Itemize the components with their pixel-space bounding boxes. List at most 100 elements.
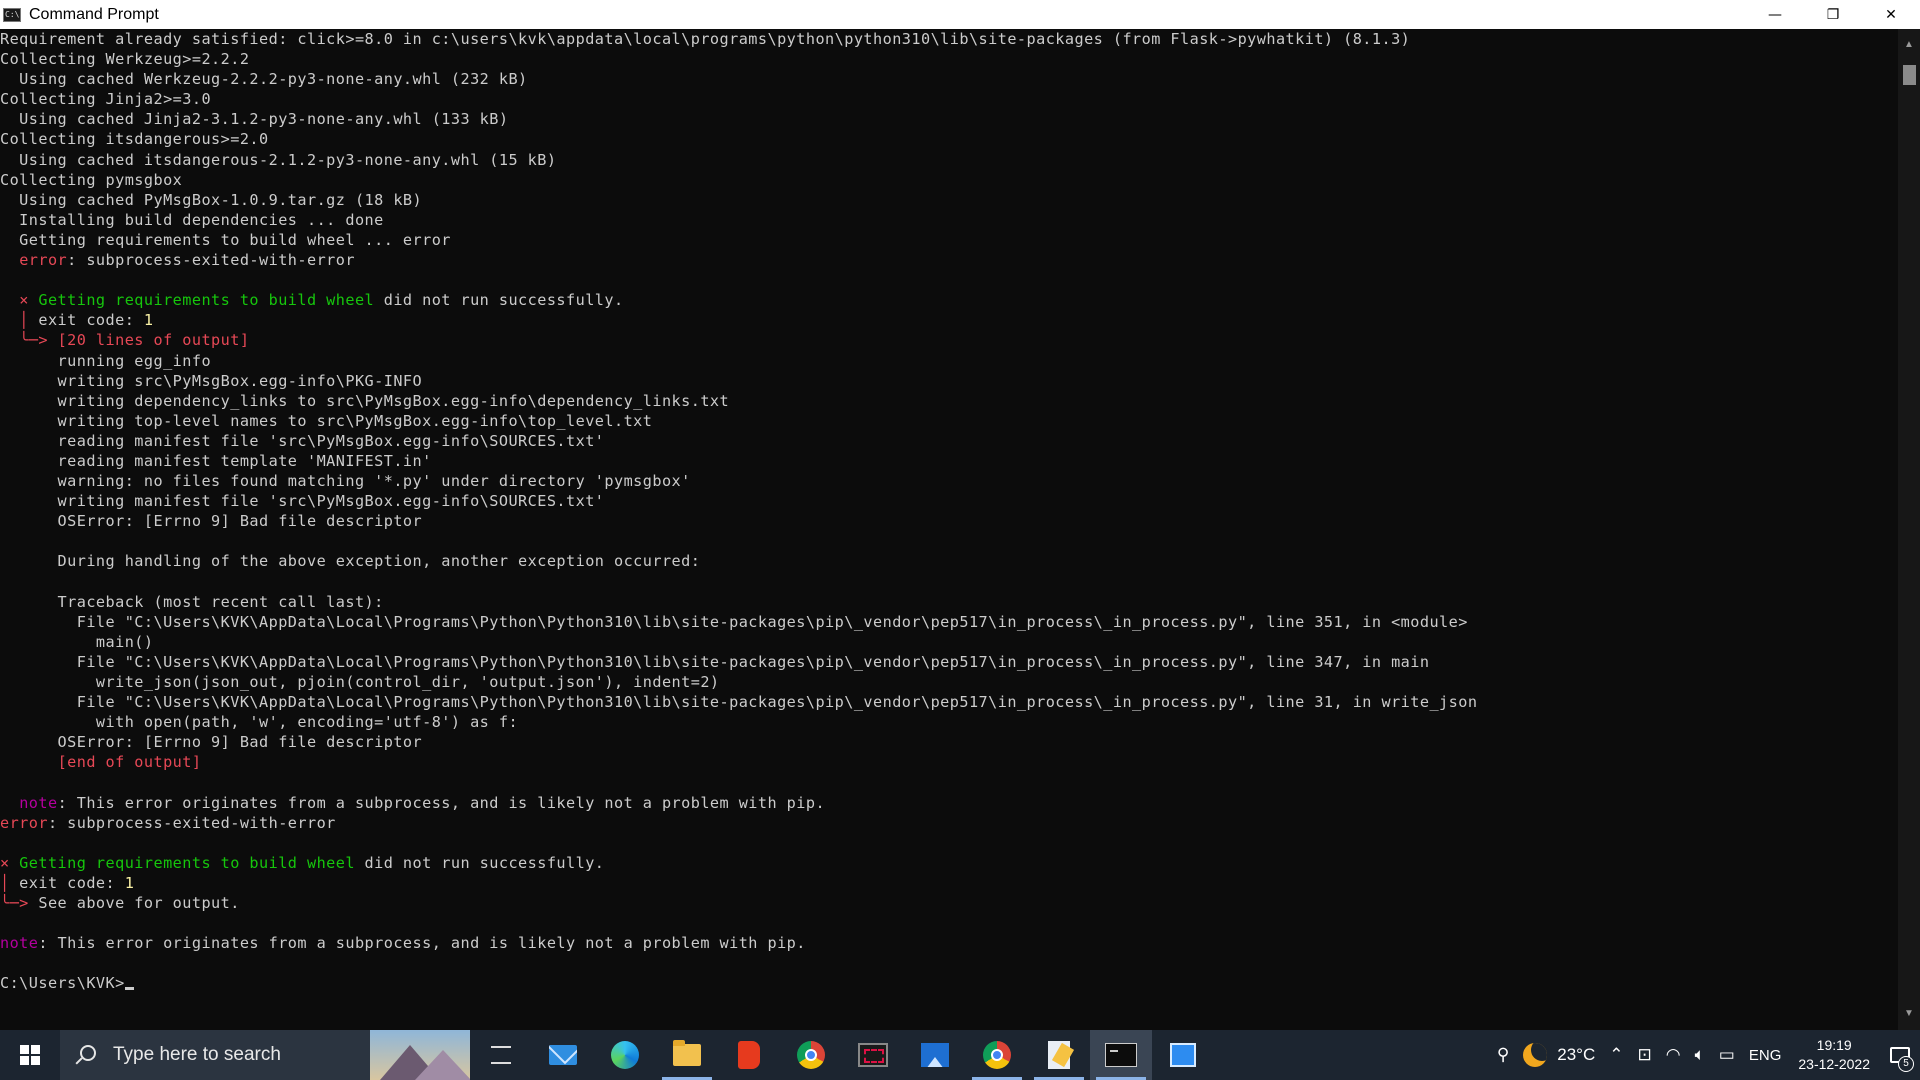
console-line: writing manifest file 'src\PyMsgBox.egg-… xyxy=(0,491,1898,511)
console-text: Traceback (most recent call last): xyxy=(0,592,384,611)
taskbar-command-prompt[interactable] xyxy=(1090,1030,1152,1080)
restore-button[interactable]: ❐ xyxy=(1804,0,1862,29)
scroll-down-icon[interactable]: ▼ xyxy=(1898,1004,1920,1024)
console-text: error xyxy=(19,251,68,270)
console-text: Collecting itsdangerous>=2.0 xyxy=(0,130,269,149)
window-controls: — ❐ ✕ xyxy=(1746,0,1920,29)
console-text: See above for output. xyxy=(28,894,240,913)
people-button[interactable]: ⚲ xyxy=(1490,1030,1516,1080)
office-icon xyxy=(738,1041,760,1069)
taskbar-edge[interactable] xyxy=(594,1030,656,1080)
taskbar-chrome[interactable] xyxy=(780,1030,842,1080)
console-text: Installing build dependencies ... done xyxy=(0,210,384,229)
console-text: Collecting Jinja2>=3.0 xyxy=(0,90,212,109)
console-line: Collecting pymsgbox xyxy=(0,170,1898,190)
console-line: ╰─> [20 lines of output] xyxy=(0,330,1898,350)
taskbar-notepad[interactable] xyxy=(1028,1030,1090,1080)
mail-icon xyxy=(549,1045,577,1065)
network-button[interactable]: ◠ xyxy=(1659,1030,1688,1080)
scroll-up-icon[interactable]: ▲ xyxy=(1898,35,1920,55)
taskbar-mail[interactable] xyxy=(532,1030,594,1080)
clock[interactable]: 19:19 23-12-2022 xyxy=(1788,1036,1880,1074)
console-line: Getting requirements to build wheel ... … xyxy=(0,230,1898,250)
show-hidden-icons-button[interactable]: ⌃ xyxy=(1602,1030,1630,1080)
weather-moon-icon xyxy=(1523,1043,1548,1067)
taskbar-blue-app[interactable] xyxy=(1152,1030,1214,1080)
console-lines: Requirement already satisfied: click>=8.… xyxy=(0,29,1898,994)
task-view-icon xyxy=(491,1046,511,1064)
camera-icon: ⊡ xyxy=(1637,1045,1652,1064)
console-text: Using cached PyMsgBox-1.0.9.tar.gz (18 k… xyxy=(0,190,423,209)
meet-now-button[interactable]: ⊡ xyxy=(1631,1030,1659,1080)
volume-button[interactable]: 🔈︎ xyxy=(1688,1030,1712,1080)
console-text: Getting requirements to build wheel xyxy=(28,291,375,310)
console-text: write_json(json_out, pjoin(control_dir, … xyxy=(0,673,720,691)
taskbar-photos[interactable] xyxy=(904,1030,966,1080)
scroll-thumb[interactable] xyxy=(1903,65,1916,85)
console-line: During handling of the above exception, … xyxy=(0,551,1898,571)
console-line: OSError: [Errno 9] Bad file descriptor xyxy=(0,732,1898,752)
console-text: [end of output] xyxy=(57,753,202,772)
console-text: exit code: xyxy=(28,311,144,330)
console-line: writing dependency_links to src\PyMsgBox… xyxy=(0,391,1898,411)
console-line: Installing build dependencies ... done xyxy=(0,210,1898,230)
console-text: Requirement already satisfied: click>=8.… xyxy=(0,30,1411,48)
console-line: Using cached PyMsgBox-1.0.9.tar.gz (18 k… xyxy=(0,190,1898,210)
console-text: File "C:\Users\KVK\AppData\Local\Program… xyxy=(0,652,1430,671)
taskbar-file-explorer[interactable] xyxy=(656,1030,718,1080)
console-line: Requirement already satisfied: click>=8.… xyxy=(0,29,1898,49)
language-indicator[interactable]: ENG xyxy=(1742,1030,1789,1080)
taskbar-snipping-tool[interactable] xyxy=(842,1030,904,1080)
console-line: Collecting Jinja2>=3.0 xyxy=(0,89,1898,109)
search-highlight-image[interactable] xyxy=(370,1030,470,1080)
console-line: [end of output] xyxy=(0,752,1898,772)
console-text: File "C:\Users\KVK\AppData\Local\Program… xyxy=(0,612,1468,631)
console-text: Getting requirements to build wheel ... … xyxy=(0,230,451,249)
battery-icon: ▭ xyxy=(1718,1045,1735,1064)
console-output[interactable]: Requirement already satisfied: click>=8.… xyxy=(0,29,1898,1030)
console-text: main() xyxy=(0,632,154,651)
taskbar-task-view[interactable] xyxy=(470,1030,532,1080)
chevron-up-icon: ⌃ xyxy=(1609,1045,1624,1064)
taskbar-chrome-profile[interactable] xyxy=(966,1030,1028,1080)
taskbar: Type here to search ⚲ 23°C ⌃ ⊡ ◠ 🔈︎ ▭ EN… xyxy=(0,1030,1920,1080)
windows-logo-icon xyxy=(20,1045,40,1065)
console-text: 1 xyxy=(124,873,135,892)
console-text: writing top-level names to src\PyMsgBox.… xyxy=(0,411,653,430)
console-text: Using cached Werkzeug-2.2.2-py3-none-any… xyxy=(0,70,528,89)
folder-icon xyxy=(673,1040,701,1066)
scrollbar[interactable]: ▲ ▼ xyxy=(1898,29,1920,1030)
minimize-button[interactable]: — xyxy=(1746,0,1804,29)
edge-icon xyxy=(611,1041,639,1069)
chrome-icon xyxy=(797,1041,825,1069)
console-text: did not run successfully. xyxy=(354,853,605,872)
network-icon: ◠ xyxy=(1665,1045,1681,1064)
title-bar[interactable]: Command Prompt — ❐ ✕ xyxy=(0,0,1920,29)
console-line: main() xyxy=(0,632,1898,652)
console-text: did not run successfully. xyxy=(374,291,624,310)
taskbar-office[interactable] xyxy=(718,1030,780,1080)
console-text: reading manifest template 'MANIFEST.in' xyxy=(0,451,432,470)
console-text: note xyxy=(19,793,58,812)
snipping-tool-icon xyxy=(858,1043,888,1067)
close-button[interactable]: ✕ xyxy=(1862,0,1920,29)
console-text: C:\Users\KVK> xyxy=(0,974,125,993)
console-text: note xyxy=(0,934,39,953)
console-line: │ exit code: 1 xyxy=(0,310,1898,330)
console-text: ╰─> xyxy=(0,894,29,913)
volume-icon: 🔈︎ xyxy=(1694,1045,1705,1064)
taskbar-search[interactable]: Type here to search xyxy=(60,1030,470,1080)
notification-center-button[interactable]: 5 xyxy=(1880,1030,1920,1080)
start-button[interactable] xyxy=(0,1030,60,1080)
battery-button[interactable]: ▭ xyxy=(1712,1030,1742,1080)
console-text: × xyxy=(19,291,29,310)
weather-widget[interactable]: 23°C xyxy=(1516,1030,1602,1080)
console-line: running egg_info xyxy=(0,351,1898,371)
